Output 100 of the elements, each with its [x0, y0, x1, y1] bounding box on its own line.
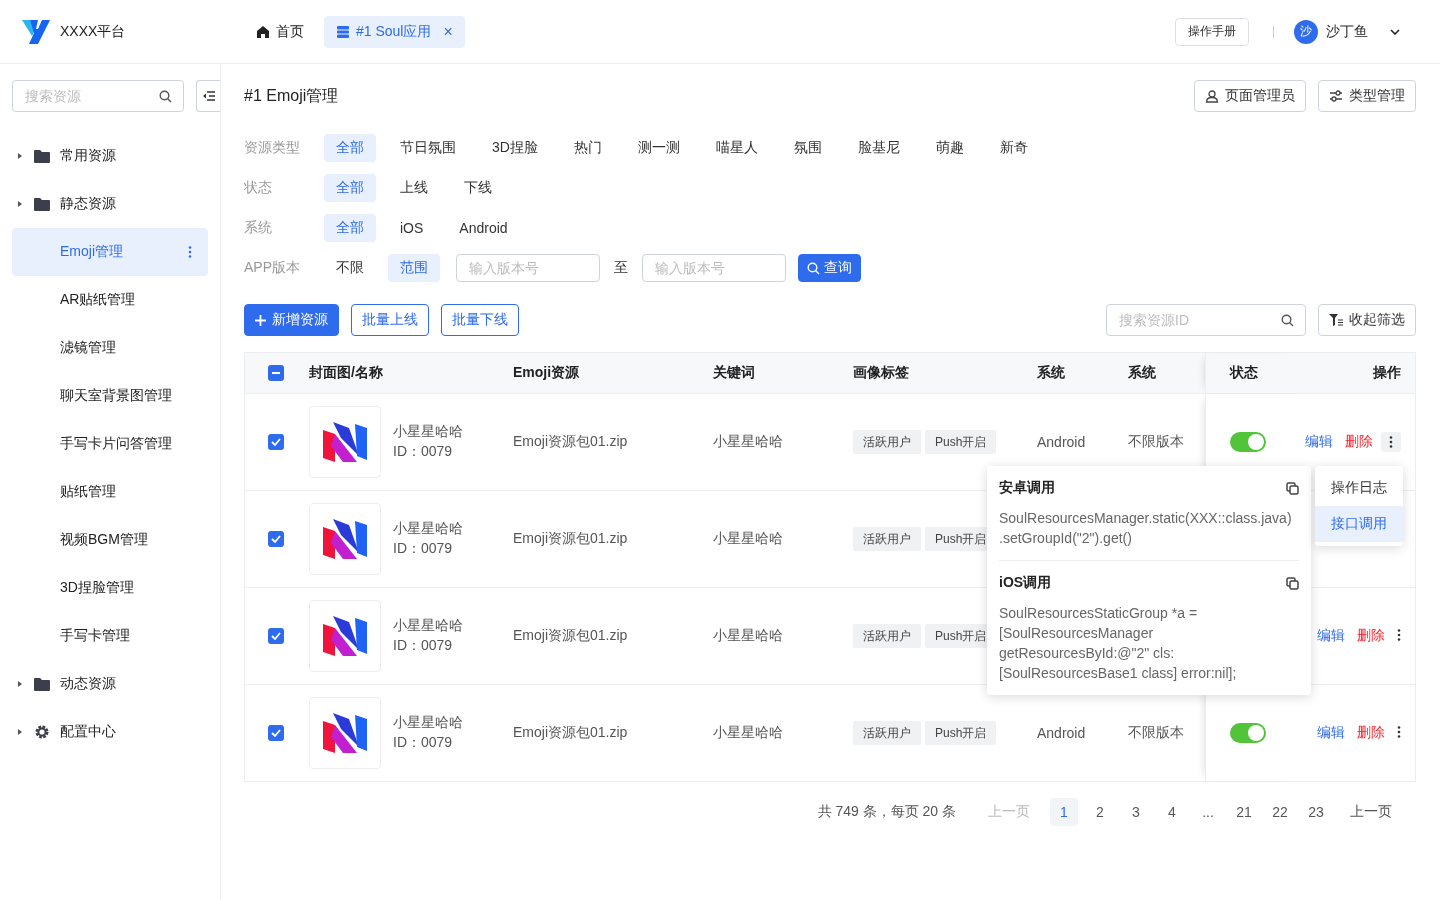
checkbox[interactable] — [268, 531, 284, 547]
delete-link[interactable]: 删除 — [1357, 627, 1385, 645]
edit-link[interactable]: 编辑 — [1317, 627, 1345, 645]
page-button[interactable]: ... — [1194, 798, 1222, 826]
sidebar-item[interactable]: 静态资源 — [12, 180, 208, 228]
filter-option[interactable]: 全部 — [324, 134, 376, 162]
filter-option[interactable]: iOS — [388, 214, 436, 242]
next-page-button[interactable]: 上一页 — [1346, 798, 1396, 826]
filter-label: 系统 — [244, 219, 273, 237]
filter-option[interactable]: 全部 — [324, 214, 376, 242]
sidebar-item[interactable]: 手写卡片问答管理 — [12, 420, 208, 468]
user-avatar[interactable]: 沙 — [1294, 19, 1318, 44]
header-button[interactable]: 页面管理员 — [1194, 80, 1306, 112]
table-cell: Emoji资源包01.zip — [513, 627, 628, 643]
page-button[interactable]: 3 — [1122, 798, 1150, 826]
table-cell: 小星星哈哈 — [713, 627, 783, 643]
page-button[interactable]: 21 — [1230, 798, 1258, 826]
filter-option[interactable]: 热门 — [561, 134, 614, 162]
sidebar-item[interactable]: 配置中心 — [12, 708, 208, 756]
sidebar-item[interactable]: AR贴纸管理 — [12, 276, 208, 324]
filter-option[interactable]: 上线 — [388, 174, 440, 202]
sidebar-item[interactable]: Emoji管理 — [12, 228, 208, 276]
page-button[interactable]: 23 — [1302, 798, 1330, 826]
copy-icon[interactable] — [1286, 481, 1299, 495]
more-icon[interactable] — [1397, 629, 1401, 641]
page-button[interactable]: 1 — [1050, 798, 1078, 826]
filter-option[interactable]: 喵星人 — [703, 134, 770, 162]
checkbox[interactable] — [268, 434, 284, 450]
delete-link[interactable]: 删除 — [1357, 724, 1385, 742]
search-field[interactable]: 搜索资源 — [12, 80, 184, 112]
collapse-sidebar-button[interactable] — [196, 80, 220, 112]
filter-option[interactable]: 3D捏脸 — [480, 134, 550, 162]
sidebar-item[interactable]: 视频BGM管理 — [12, 516, 208, 564]
batch-button[interactable]: 批量上线 — [351, 304, 429, 336]
tag: 活跃用户 — [853, 430, 921, 454]
code-snippet: SoulResourcesManager.static(XXX::class.java) .setGroupId("2").get() — [999, 509, 1293, 548]
page-button[interactable]: 22 — [1266, 798, 1294, 826]
batch-button[interactable]: 批量下线 — [441, 304, 519, 336]
platform-name: XXXX平台 — [60, 22, 126, 41]
checkbox[interactable] — [268, 628, 284, 644]
filter-option[interactable]: 脸基尼 — [845, 134, 912, 162]
emoji-thumbnail — [323, 713, 367, 753]
resource-name: 小星星哈哈 — [393, 423, 463, 441]
collapse-filter-button[interactable]: 收起筛选 — [1318, 304, 1416, 336]
filter-option[interactable]: Android — [447, 214, 520, 242]
sidebar-item[interactable]: 贴纸管理 — [12, 468, 208, 516]
more-icon[interactable] — [1389, 436, 1393, 448]
table-cell: Android — [1037, 434, 1086, 450]
column-header: 画像标签 — [852, 364, 910, 382]
filter-option[interactable]: 氛围 — [781, 134, 834, 162]
edit-link[interactable]: 编辑 — [1305, 433, 1333, 451]
copy-icon[interactable] — [1286, 576, 1299, 590]
manual-button[interactable]: 操作手册 — [1175, 17, 1249, 46]
menu-item[interactable]: 接口调用 — [1315, 506, 1403, 542]
nav-tab[interactable]: #1 Soul应用 × — [324, 15, 465, 48]
folder-icon — [34, 149, 50, 163]
checkbox[interactable] — [268, 725, 284, 741]
filter-option[interactable]: 不限 — [324, 254, 376, 282]
filter-option[interactable]: 范围 — [388, 254, 440, 282]
folder-icon — [34, 197, 50, 211]
edit-link[interactable]: 编辑 — [1317, 724, 1345, 742]
caret-icon[interactable] — [18, 729, 22, 735]
status-toggle[interactable] — [1230, 432, 1266, 452]
filter-option[interactable]: 新奇 — [987, 134, 1040, 162]
caret-icon[interactable] — [18, 153, 22, 159]
filter-option[interactable]: 全部 — [324, 174, 376, 202]
filter-option[interactable]: 下线 — [452, 174, 504, 202]
status-toggle[interactable] — [1230, 723, 1266, 743]
filter-option[interactable]: 萌趣 — [923, 134, 976, 162]
search-icon — [1281, 314, 1294, 327]
nav-tab[interactable]: 首页 — [244, 15, 316, 48]
caret-icon[interactable] — [18, 681, 22, 687]
filter-option[interactable]: 节日氛围 — [388, 134, 468, 162]
filter-option[interactable]: 测一测 — [625, 134, 692, 162]
more-icon[interactable] — [1397, 726, 1401, 738]
version-field[interactable]: 输入版本号 — [642, 254, 786, 282]
page-button[interactable]: 2 — [1086, 798, 1114, 826]
sidebar-item[interactable]: 3D捏脸管理 — [12, 564, 208, 612]
id-search-field[interactable]: 搜索资源ID — [1106, 304, 1306, 336]
caret-icon[interactable] — [18, 201, 22, 207]
add-resource-button[interactable]: 新增资源 — [244, 304, 339, 336]
sidebar-item[interactable]: 手写卡管理 — [12, 612, 208, 660]
collapse-icon — [202, 91, 215, 101]
version-field[interactable]: 输入版本号 — [456, 254, 600, 282]
sidebar-item[interactable]: 滤镜管理 — [12, 324, 208, 372]
page-button[interactable]: 4 — [1158, 798, 1186, 826]
tag: Push开启 — [925, 430, 997, 454]
checkbox[interactable] — [268, 365, 284, 381]
sidebar-item[interactable]: 常用资源 — [12, 132, 208, 180]
user-name: 沙丁鱼 — [1326, 22, 1368, 41]
sidebar-item[interactable]: 聊天室背景图管理 — [12, 372, 208, 420]
query-button[interactable]: 查询 — [798, 254, 861, 282]
table-cell: 小星星哈哈 — [713, 530, 783, 546]
delete-link[interactable]: 删除 — [1345, 433, 1373, 451]
close-icon[interactable]: × — [443, 22, 453, 41]
emoji-thumbnail — [323, 519, 367, 559]
header-button[interactable]: 类型管理 — [1318, 80, 1416, 112]
chevron-down-icon[interactable] — [1390, 28, 1400, 35]
sidebar-item[interactable]: 动态资源 — [12, 660, 208, 708]
menu-item[interactable]: 操作日志 — [1315, 470, 1403, 506]
